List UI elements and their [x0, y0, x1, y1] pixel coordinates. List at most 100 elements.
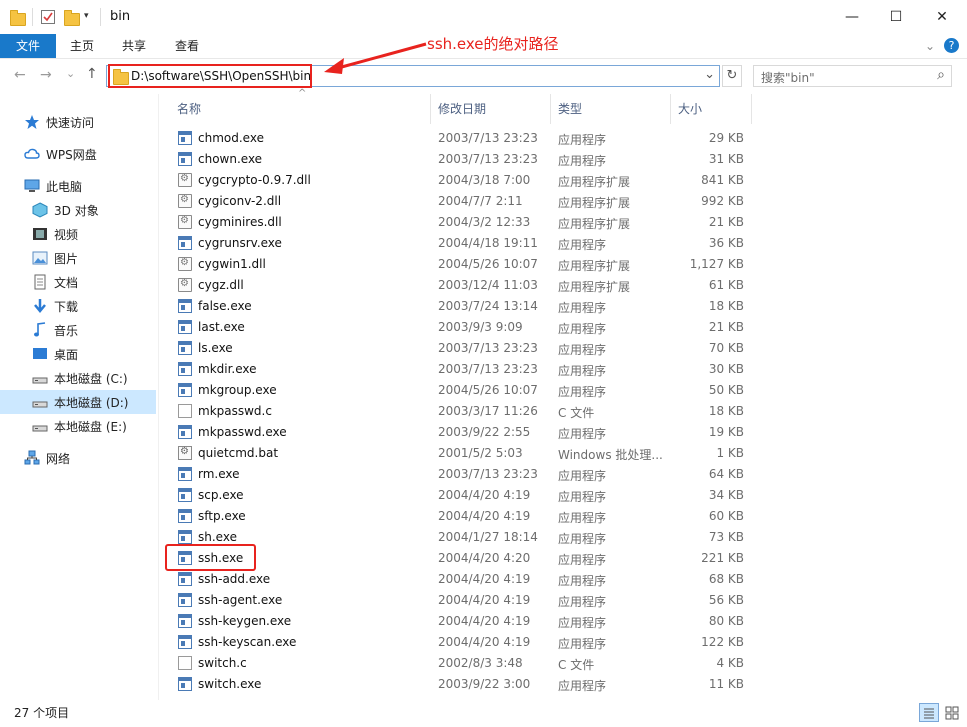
- tab-share[interactable]: 共享: [110, 34, 158, 58]
- file-row[interactable]: quietcmd.bat 2001/5/2 5:03 Windows 批处理... 1…: [170, 443, 752, 464]
- file-name: mkpasswd.c: [198, 404, 272, 418]
- file-row[interactable]: chown.exe 2003/7/13 23:23 应用程序 31 KB: [170, 149, 752, 170]
- file-date: 2004/4/20 4:19: [438, 635, 531, 649]
- file-type: 应用程序扩展: [558, 259, 631, 273]
- forward-button[interactable]: →: [40, 67, 52, 83]
- new-folder-icon[interactable]: [64, 9, 80, 26]
- file-type: 应用程序扩展: [558, 175, 631, 189]
- file-row[interactable]: last.exe 2003/9/3 9:09 应用程序 21 KB: [170, 317, 752, 338]
- search-icon[interactable]: ⌕: [937, 67, 945, 83]
- back-button[interactable]: ←: [14, 67, 26, 83]
- file-row[interactable]: ssh-keyscan.exe 2004/4/20 4:19 应用程序 122 KB: [170, 632, 752, 653]
- application-icon: [178, 383, 192, 397]
- file-row[interactable]: ssh-agent.exe 2004/4/20 4:19 应用程序 56 KB: [170, 590, 752, 611]
- nav-item[interactable]: 下载: [0, 294, 156, 318]
- nav-item[interactable]: 3D 对象: [0, 198, 156, 222]
- file-row[interactable]: sh.exe 2004/1/27 18:14 应用程序 73 KB: [170, 527, 752, 548]
- recent-locations-button[interactable]: ⌄: [66, 67, 75, 80]
- nav-item-label: 本地磁盘 (D:): [54, 395, 129, 410]
- file-row[interactable]: cygz.dll 2003/12/4 11:03 应用程序扩展 61 KB: [170, 275, 752, 296]
- file-name: cygrunsrv.exe: [198, 236, 282, 250]
- file-row[interactable]: cygiconv-2.dll 2004/7/7 2:11 应用程序扩展 992 KB: [170, 191, 752, 212]
- tab-view[interactable]: 查看: [163, 34, 211, 58]
- nav-item-label: 此电脑: [46, 179, 83, 194]
- column-separator[interactable]: [430, 94, 431, 124]
- file-row[interactable]: false.exe 2003/7/24 13:14 应用程序 18 KB: [170, 296, 752, 317]
- nav-item[interactable]: 桌面: [0, 342, 156, 366]
- application-icon: [178, 299, 192, 313]
- application-icon: [178, 467, 192, 481]
- close-button[interactable]: ✕: [919, 0, 965, 34]
- file-row[interactable]: ls.exe 2003/7/13 23:23 应用程序 70 KB: [170, 338, 752, 359]
- column-separator[interactable]: [550, 94, 551, 124]
- nav-item[interactable]: 网络: [0, 446, 156, 470]
- large-icons-view-button[interactable]: [942, 703, 962, 722]
- file-date: 2004/4/20 4:19: [438, 572, 531, 586]
- file-row[interactable]: cygcrypto-0.9.7.dll 2004/3/18 7:00 应用程序扩展 8…: [170, 170, 752, 191]
- file-date: 2004/1/27 18:14: [438, 530, 538, 544]
- file-row[interactable]: switch.exe 2003/9/22 3:00 应用程序 11 KB: [170, 674, 752, 695]
- file-row[interactable]: ssh-add.exe 2004/4/20 4:19 应用程序 68 KB: [170, 569, 752, 590]
- file-name: last.exe: [198, 320, 245, 334]
- help-icon[interactable]: ?: [944, 38, 959, 53]
- nav-item[interactable]: 视频: [0, 222, 156, 246]
- file-date: 2003/9/3 9:09: [438, 320, 523, 334]
- details-view-button[interactable]: [919, 703, 939, 722]
- quick-access-dropdown-icon[interactable]: ▾: [84, 11, 100, 27]
- file-row[interactable]: cygminires.dll 2004/3/2 12:33 应用程序扩展 21 KB: [170, 212, 752, 233]
- pane-divider: [158, 94, 159, 700]
- file-row[interactable]: mkgroup.exe 2004/5/26 10:07 应用程序 50 KB: [170, 380, 752, 401]
- file-row[interactable]: mkdir.exe 2003/7/13 23:23 应用程序 30 KB: [170, 359, 752, 380]
- file-date: 2004/4/20 4:19: [438, 614, 531, 628]
- tab-file[interactable]: 文件: [0, 34, 56, 58]
- file-type: 应用程序: [558, 595, 607, 609]
- application-icon: [178, 131, 192, 145]
- tab-home[interactable]: 主页: [58, 34, 106, 58]
- file-row[interactable]: cygrunsrv.exe 2004/4/18 19:11 应用程序 36 KB: [170, 233, 752, 254]
- file-name: scp.exe: [198, 488, 244, 502]
- file-row[interactable]: sftp.exe 2004/4/20 4:19 应用程序 60 KB: [170, 506, 752, 527]
- file-row[interactable]: ssh-keygen.exe 2004/4/20 4:19 应用程序 80 KB: [170, 611, 752, 632]
- nav-item[interactable]: 音乐: [0, 318, 156, 342]
- nav-item[interactable]: 本地磁盘 (C:): [0, 366, 156, 390]
- dll-file-icon: [178, 194, 192, 208]
- up-button[interactable]: ↑: [86, 66, 98, 82]
- application-icon: [178, 635, 192, 649]
- nav-item[interactable]: 文档: [0, 270, 156, 294]
- minimize-button[interactable]: —: [829, 0, 875, 34]
- refresh-button[interactable]: ↻: [722, 65, 742, 87]
- search-input[interactable]: 搜索"bin" ⌕: [753, 65, 952, 87]
- nav-item[interactable]: 此电脑: [0, 174, 156, 198]
- file-row[interactable]: chmod.exe 2003/7/13 23:23 应用程序 29 KB: [170, 128, 752, 149]
- address-dropdown-icon[interactable]: ⌄: [704, 67, 715, 82]
- nav-item[interactable]: 快速访问: [0, 110, 156, 134]
- file-row[interactable]: ssh.exe 2004/4/20 4:20 应用程序 221 KB: [170, 548, 752, 569]
- file-type: 应用程序: [558, 490, 607, 504]
- file-row[interactable]: mkpasswd.c 2003/3/17 11:26 C 文件 18 KB: [170, 401, 752, 422]
- file-name: rm.exe: [198, 467, 240, 481]
- file-row[interactable]: cygwin1.dll 2004/5/26 10:07 应用程序扩展 1,127 KB: [170, 254, 752, 275]
- star-icon: [24, 114, 40, 130]
- column-header-name[interactable]: 名称: [177, 100, 201, 117]
- file-row[interactable]: mkpasswd.exe 2003/9/22 2:55 应用程序 19 KB: [170, 422, 752, 443]
- column-header-type[interactable]: 类型: [558, 100, 582, 117]
- column-separator[interactable]: [670, 94, 671, 124]
- column-separator[interactable]: [751, 94, 752, 124]
- nav-item[interactable]: WPS网盘: [0, 142, 156, 166]
- file-name: chmod.exe: [198, 131, 264, 145]
- maximize-button[interactable]: ☐: [873, 0, 919, 34]
- file-type: 应用程序: [558, 553, 607, 567]
- column-header-size[interactable]: 大小: [678, 100, 702, 117]
- ribbon-expand-icon[interactable]: ⌄: [920, 34, 940, 58]
- ssh-exe-highlight-box: [165, 544, 256, 571]
- file-row[interactable]: switch.c 2002/8/3 3:48 C 文件 4 KB: [170, 653, 752, 674]
- file-type: 应用程序: [558, 133, 607, 147]
- file-row[interactable]: scp.exe 2004/4/20 4:19 应用程序 34 KB: [170, 485, 752, 506]
- file-row[interactable]: rm.exe 2003/7/13 23:23 应用程序 64 KB: [170, 464, 752, 485]
- nav-item[interactable]: 本地磁盘 (E:): [0, 414, 156, 438]
- column-header-date[interactable]: 修改日期: [438, 100, 486, 117]
- nav-item[interactable]: 图片: [0, 246, 156, 270]
- file-name: sh.exe: [198, 530, 237, 544]
- nav-item[interactable]: 本地磁盘 (D:): [0, 390, 156, 414]
- properties-icon[interactable]: [40, 9, 56, 25]
